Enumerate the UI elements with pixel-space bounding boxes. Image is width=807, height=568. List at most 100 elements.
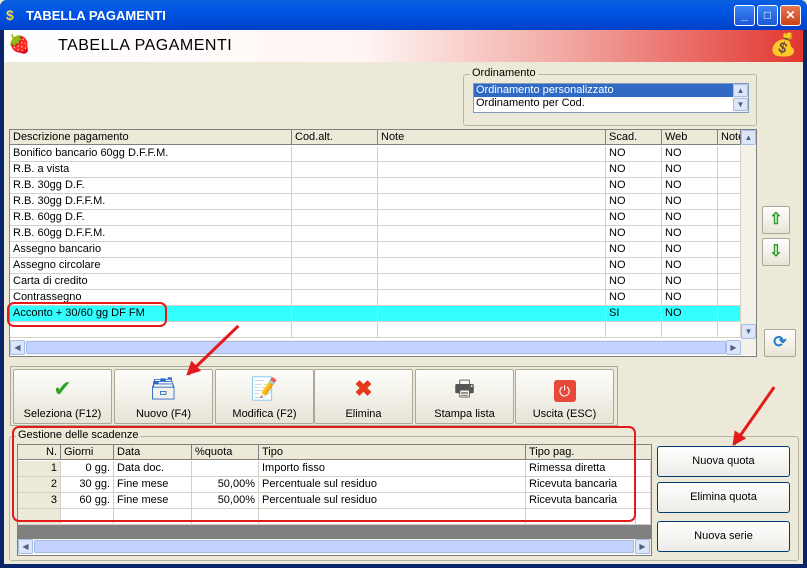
cell-scad[interactable]: NO (606, 258, 662, 274)
cell-note-2[interactable] (718, 146, 741, 162)
cell-note-2[interactable] (718, 242, 741, 258)
cell-desc[interactable]: Assegno circolare (10, 258, 292, 274)
new-series-button[interactable]: Nuova serie (657, 521, 790, 552)
cell-note-2[interactable] (718, 162, 741, 178)
cell-note[interactable] (378, 226, 606, 242)
cell-empty[interactable] (636, 477, 651, 493)
refresh-button[interactable]: ⟳ (764, 329, 796, 357)
print-button[interactable]: 🖶 Stampa lista (415, 369, 514, 424)
move-up-button[interactable]: ⇧ (762, 206, 790, 234)
cell-web[interactable]: NO (662, 162, 718, 178)
cell-scad[interactable]: NO (606, 178, 662, 194)
scroll-up-icon[interactable]: ▲ (741, 130, 756, 145)
cell-cod[interactable] (292, 290, 378, 306)
column-header-deadline[interactable]: Scad. (606, 130, 662, 145)
scroll-left-icon[interactable]: ◀ (18, 539, 33, 554)
cell-web[interactable]: NO (662, 242, 718, 258)
cell-note[interactable] (378, 306, 606, 322)
cell-web[interactable]: NO (662, 306, 718, 322)
cell-note-2[interactable] (718, 290, 741, 306)
table-row[interactable]: R.B. 30gg D.F.F.M. NO NO (10, 194, 741, 210)
column-header-code[interactable]: Cod.alt. (292, 130, 378, 145)
edit-button[interactable]: 📝 Modifica (F2) (215, 369, 314, 424)
cell-desc[interactable]: R.B. a vista (10, 162, 292, 178)
cell-scad[interactable]: NO (606, 242, 662, 258)
cell-desc[interactable]: R.B. 30gg D.F.F.M. (10, 194, 292, 210)
select-button[interactable]: ✔ Seleziona (F12) (13, 369, 112, 424)
cell-note-2[interactable] (718, 258, 741, 274)
payments-hscroll-thumb[interactable] (26, 341, 726, 354)
cell-web[interactable]: NO (662, 146, 718, 162)
cell-note-2[interactable] (718, 194, 741, 210)
cell-web[interactable]: NO (662, 178, 718, 194)
cell-scad[interactable]: NO (606, 194, 662, 210)
cell-note[interactable] (378, 178, 606, 194)
payments-hscrollbar[interactable]: ◀ ▶ (10, 340, 756, 355)
cell-empty[interactable] (636, 509, 651, 525)
new-button[interactable]: 🗃 Nuovo (F4) (114, 369, 213, 424)
title-bar[interactable]: $ TABELLA PAGAMENTI _ □ ✕ (0, 0, 807, 30)
cell-empty[interactable] (636, 493, 651, 509)
ordering-scrollbar[interactable]: ▲ ▼ (733, 84, 748, 112)
cell-scad[interactable]: NO (606, 274, 662, 290)
cell-desc[interactable]: R.B. 60gg D.F. (10, 210, 292, 226)
cell-cod[interactable] (292, 226, 378, 242)
cell-web[interactable]: NO (662, 194, 718, 210)
cell-desc[interactable]: Bonifico bancario 60gg D.F.F.M. (10, 146, 292, 162)
cell-web[interactable]: NO (662, 274, 718, 290)
cell-cod[interactable] (292, 258, 378, 274)
cell-note[interactable] (378, 194, 606, 210)
table-row[interactable]: R.B. 60gg D.F.F.M. NO NO (10, 226, 741, 242)
column-header-note[interactable]: Note (378, 130, 606, 145)
cell-note[interactable] (378, 258, 606, 274)
cell-cod[interactable] (292, 194, 378, 210)
table-row[interactable]: R.B. a vista NO NO (10, 162, 741, 178)
move-down-button[interactable]: ⇩ (762, 238, 790, 266)
cell-web[interactable]: NO (662, 258, 718, 274)
cell-cod[interactable] (292, 146, 378, 162)
scroll-down-icon[interactable]: ▼ (733, 98, 748, 111)
cell-web[interactable]: NO (662, 210, 718, 226)
maximize-button[interactable]: □ (757, 5, 778, 26)
deadlines-hscroll-thumb[interactable] (34, 540, 634, 553)
cell-web[interactable]: NO (662, 226, 718, 242)
cell-desc[interactable]: Assegno bancario (10, 242, 292, 258)
cell-empty[interactable] (662, 322, 718, 338)
delete-button[interactable]: ✖ Elimina (314, 369, 413, 424)
cell-empty[interactable] (378, 322, 606, 338)
cell-note-2[interactable] (718, 306, 741, 322)
ordering-option-custom[interactable]: Ordinamento personalizzato (474, 84, 748, 97)
cell-cod[interactable] (292, 306, 378, 322)
cell-desc[interactable]: R.B. 30gg D.F. (10, 178, 292, 194)
table-row[interactable]: Carta di credito NO NO (10, 274, 741, 290)
cell-note-2[interactable] (718, 210, 741, 226)
cell-scad[interactable]: NO (606, 162, 662, 178)
cell-scad[interactable]: NO (606, 226, 662, 242)
table-row[interactable]: R.B. 30gg D.F. NO NO (10, 178, 741, 194)
table-row[interactable]: R.B. 60gg D.F. NO NO (10, 210, 741, 226)
cell-note[interactable] (378, 274, 606, 290)
cell-empty[interactable] (606, 322, 662, 338)
ordering-option-code[interactable]: Ordinamento per Cod. (474, 97, 748, 110)
cell-cod[interactable] (292, 274, 378, 290)
cell-note-2[interactable] (718, 274, 741, 290)
scroll-right-icon[interactable]: ▶ (635, 539, 650, 554)
cell-cod[interactable] (292, 178, 378, 194)
delete-quota-button[interactable]: Elimina quota (657, 482, 790, 513)
cell-note[interactable] (378, 162, 606, 178)
cell-scad[interactable]: NO (606, 290, 662, 306)
exit-button[interactable]: ⏻ Uscita (ESC) (515, 369, 614, 424)
cell-note-2[interactable] (718, 226, 741, 242)
payments-vscrollbar[interactable]: ▲ ▼ (741, 130, 756, 340)
cell-empty[interactable] (292, 322, 378, 338)
column-header-description[interactable]: Descrizione pagamento (10, 130, 292, 145)
table-row[interactable]: Assegno bancario NO NO (10, 242, 741, 258)
cell-web[interactable]: NO (662, 290, 718, 306)
cell-note-2[interactable] (718, 178, 741, 194)
cell-note[interactable] (378, 242, 606, 258)
scroll-right-icon[interactable]: ▶ (726, 340, 741, 355)
table-row[interactable]: Assegno circolare NO NO (10, 258, 741, 274)
cell-note[interactable] (378, 290, 606, 306)
scroll-up-icon[interactable]: ▲ (733, 84, 748, 97)
minimize-button[interactable]: _ (734, 5, 755, 26)
